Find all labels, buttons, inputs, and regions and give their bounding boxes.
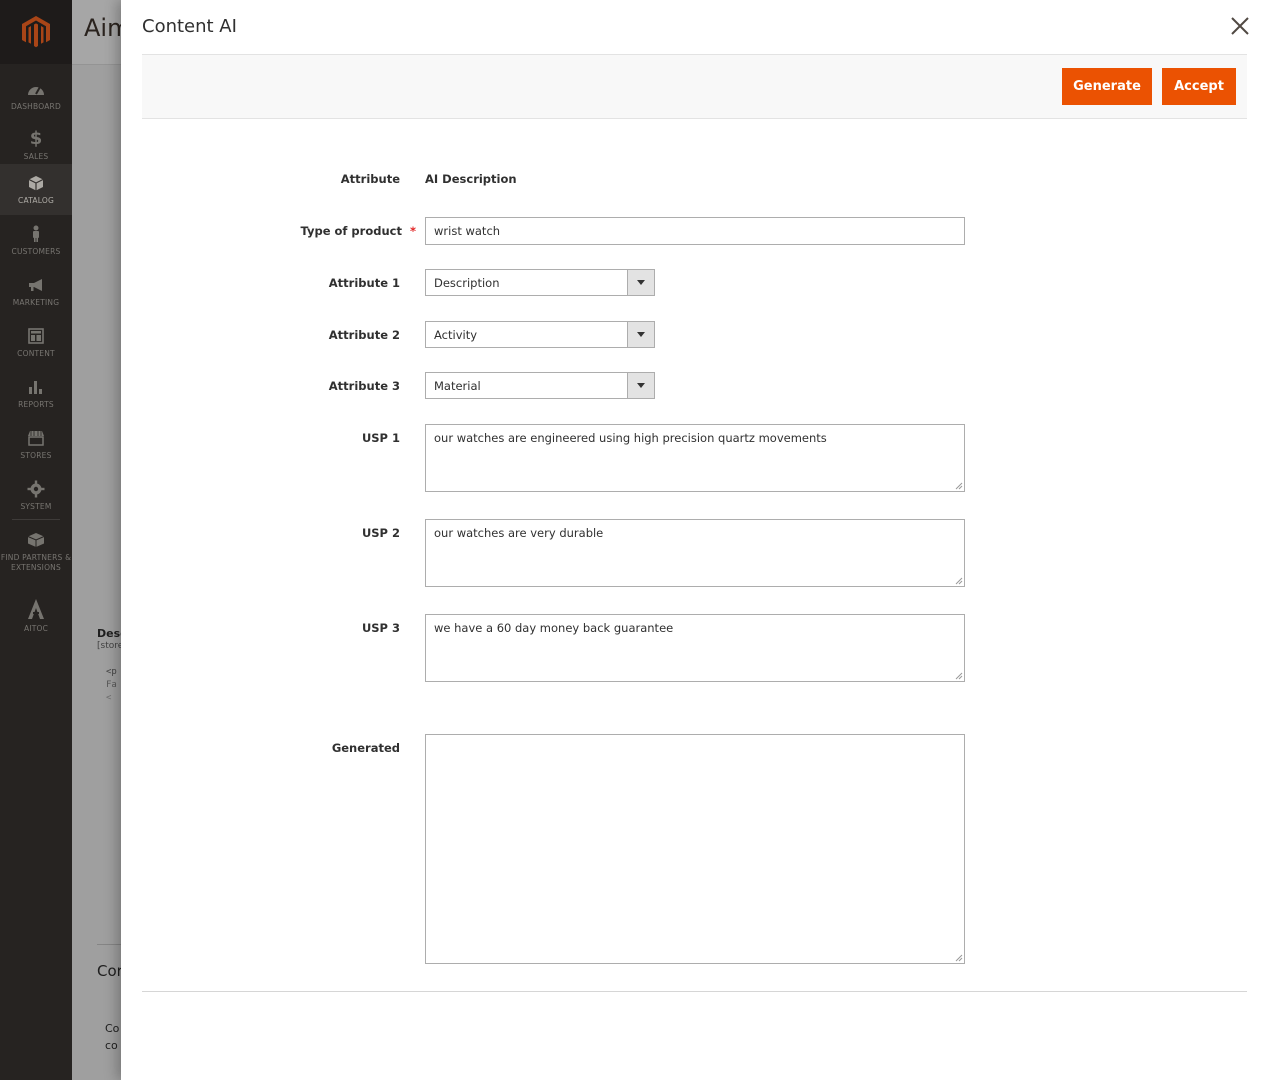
usp3-textarea[interactable]: we have a 60 day money back guarantee	[425, 614, 965, 682]
modal-toolbar: Generate Accept	[142, 55, 1247, 119]
type-of-product-input[interactable]: wrist watch	[425, 217, 965, 245]
attribute1-selected: Description	[434, 276, 500, 290]
attribute2-label: Attribute 2	[328, 328, 400, 342]
usp3-text: we have a 60 day money back guarantee	[434, 621, 674, 635]
attribute3-selected: Material	[434, 379, 481, 393]
footer-divider	[142, 991, 1247, 992]
attribute3-label: Attribute 3	[328, 379, 400, 393]
attribute-label: Attribute	[340, 172, 400, 186]
usp1-text: our watches are engineered using high pr…	[434, 431, 827, 445]
generate-button[interactable]: Generate	[1062, 68, 1152, 105]
usp2-textarea[interactable]: our watches are very durable	[425, 519, 965, 587]
usp3-label: USP 3	[361, 621, 400, 635]
usp2-text: our watches are very durable	[434, 526, 604, 540]
sidebar-overlay	[0, 0, 72, 1080]
chevron-down-icon	[627, 322, 654, 347]
resize-handle-icon[interactable]	[954, 576, 963, 585]
attribute1-label: Attribute 1	[328, 276, 400, 290]
attribute2-select[interactable]: Activity	[425, 321, 655, 348]
chevron-down-icon	[627, 270, 654, 295]
generated-label: Generated	[331, 741, 400, 755]
attribute2-selected: Activity	[434, 328, 478, 342]
generated-textarea[interactable]	[425, 734, 965, 964]
required-mark: *	[409, 224, 416, 238]
usp2-label: USP 2	[361, 526, 400, 540]
resize-handle-icon[interactable]	[954, 953, 963, 962]
type-of-product-label-text: Type of product	[300, 224, 402, 238]
modal-title: Content AI	[142, 16, 237, 37]
resize-handle-icon[interactable]	[954, 671, 963, 680]
attribute3-select[interactable]: Material	[425, 372, 655, 399]
usp1-label: USP 1	[361, 431, 400, 445]
close-button[interactable]	[1228, 14, 1252, 38]
usp1-textarea[interactable]: our watches are engineered using high pr…	[425, 424, 965, 492]
accept-button[interactable]: Accept	[1162, 68, 1236, 105]
resize-handle-icon[interactable]	[954, 481, 963, 490]
attribute1-select[interactable]: Description	[425, 269, 655, 296]
close-icon	[1231, 17, 1249, 35]
content-ai-modal: Content AI Generate Accept Attribute AI …	[121, 0, 1270, 1080]
chevron-down-icon	[627, 373, 654, 398]
type-of-product-label: Type of product *	[301, 224, 416, 238]
attribute-value: AI Description	[425, 172, 517, 186]
